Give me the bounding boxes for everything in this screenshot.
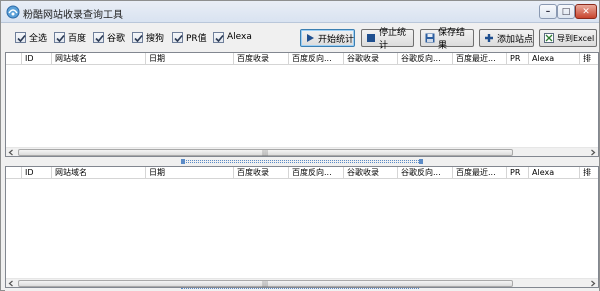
column-header[interactable]: 百度收录	[234, 167, 289, 179]
checkbox-pr[interactable]: PR值	[172, 31, 207, 44]
column-header[interactable]: 百度最近...	[453, 167, 507, 179]
stop-stats-label: 停止统计	[379, 28, 407, 51]
app-logo-icon	[6, 5, 20, 19]
checkbox-label: 百度	[68, 33, 87, 44]
export-excel-label: 导到Excel	[557, 33, 595, 43]
checkbox-label: 全选	[29, 33, 48, 44]
title-bar[interactable]: 粉酷网站收录查询工具 – □ ✕	[1, 1, 599, 23]
scroll-left-icon[interactable]	[7, 280, 15, 287]
check-icon[interactable]	[93, 31, 104, 43]
column-header[interactable]: 谷歌反向...	[398, 167, 453, 179]
checkbox-label: 谷歌	[107, 33, 126, 44]
plus-icon	[484, 33, 494, 43]
window-title: 粉酷网站收录查询工具	[23, 10, 123, 21]
column-header[interactable]: 日期	[146, 167, 234, 179]
checkbox-baidu[interactable]: 百度	[54, 31, 87, 44]
column-header[interactable]: 网站域名	[52, 53, 146, 65]
row-selector-header[interactable]	[6, 53, 22, 65]
grip-icon: |||	[262, 150, 269, 157]
save-results-button[interactable]: 保存结果	[420, 28, 474, 51]
column-header[interactable]: 谷歌收录	[344, 167, 398, 179]
save-results-label: 保存结果	[438, 28, 466, 51]
minimize-button[interactable]: –	[539, 4, 557, 19]
results-grid-top[interactable]: ID 网站域名 日期 百度收录 百度反向... 谷歌收录 谷歌反向... 百度最…	[5, 52, 599, 157]
grid-splitter[interactable]	[5, 157, 599, 166]
scrollbar-thumb[interactable]: |||	[18, 280, 513, 287]
column-header[interactable]: ID	[22, 53, 52, 65]
add-site-button[interactable]: 添加站点	[479, 29, 534, 47]
stop-icon	[366, 33, 376, 43]
close-button[interactable]: ✕	[575, 4, 597, 19]
column-header[interactable]: PR	[507, 53, 529, 65]
checkbox-label: 搜狗	[146, 33, 165, 44]
scrollbar-thumb[interactable]: |||	[18, 149, 513, 156]
save-icon	[425, 33, 435, 43]
grid-header: ID 网站域名 日期 百度收录 百度反向... 谷歌收录 谷歌反向... 百度最…	[6, 53, 598, 65]
results-grid-bottom[interactable]: ID 网站域名 日期 百度收录 百度反向... 谷歌收录 谷歌反向... 百度最…	[5, 166, 599, 288]
scroll-right-icon[interactable]	[589, 149, 597, 156]
check-icon[interactable]	[172, 31, 183, 43]
column-header[interactable]: 日期	[146, 53, 234, 65]
horizontal-scrollbar[interactable]: |||	[6, 147, 598, 156]
excel-icon	[544, 33, 554, 43]
checkbox-sogou[interactable]: 搜狗	[132, 31, 165, 44]
grip-icon: |||	[262, 281, 269, 288]
column-header[interactable]: 谷歌收录	[344, 53, 398, 65]
stop-stats-button[interactable]: 停止统计	[361, 28, 414, 51]
scroll-left-icon[interactable]	[7, 149, 15, 156]
check-icon[interactable]	[54, 31, 65, 43]
toolbar: 全选 百度 谷歌 搜狗 PR值 Alexa 开始统计 停止统计 保存结果 添加站…	[1, 23, 599, 51]
splitter-cap	[419, 159, 423, 164]
column-header[interactable]: 百度反向...	[289, 53, 344, 65]
column-header[interactable]: 排	[580, 53, 596, 65]
checkbox-label: PR值	[186, 33, 207, 44]
row-selector-header[interactable]	[6, 167, 22, 179]
play-icon	[305, 33, 315, 43]
check-icon[interactable]	[15, 31, 26, 43]
app-window: 粉酷网站收录查询工具 – □ ✕ 全选 百度 谷歌 搜狗 PR值 Alexa 开…	[0, 0, 600, 291]
column-header[interactable]: Alexa	[529, 167, 580, 179]
maximize-icon: □	[561, 6, 571, 17]
checkbox-select-all[interactable]: 全选	[15, 31, 48, 44]
checkbox-alexa[interactable]: Alexa	[213, 31, 252, 43]
start-stats-button[interactable]: 开始统计	[300, 29, 355, 47]
horizontal-scrollbar[interactable]: |||	[6, 278, 598, 287]
column-header[interactable]: PR	[507, 167, 529, 179]
checkbox-label: Alexa	[227, 32, 252, 42]
maximize-button[interactable]: □	[557, 4, 575, 19]
close-icon: ✕	[582, 6, 590, 17]
column-header[interactable]: 谷歌反向...	[398, 53, 453, 65]
minimize-icon: –	[545, 6, 551, 17]
start-stats-label: 开始统计	[318, 34, 355, 45]
column-header[interactable]: ID	[22, 167, 52, 179]
export-excel-button[interactable]: 导到Excel	[539, 29, 597, 47]
column-header[interactable]: 排	[580, 167, 596, 179]
column-header[interactable]: 网站域名	[52, 167, 146, 179]
add-site-label: 添加站点	[497, 34, 534, 45]
column-header[interactable]: 百度最近...	[453, 53, 507, 65]
column-header[interactable]: 百度反向...	[289, 167, 344, 179]
column-header[interactable]: Alexa	[529, 53, 580, 65]
splitter-handle[interactable]	[181, 288, 419, 290]
column-header[interactable]: 百度收录	[234, 53, 289, 65]
splitter-handle[interactable]	[183, 160, 421, 163]
check-icon[interactable]	[213, 31, 224, 43]
check-icon[interactable]	[132, 31, 143, 43]
checkbox-google[interactable]: 谷歌	[93, 31, 126, 44]
scroll-right-icon[interactable]	[589, 280, 597, 287]
grid-header: ID 网站域名 日期 百度收录 百度反向... 谷歌收录 谷歌反向... 百度最…	[6, 167, 598, 179]
